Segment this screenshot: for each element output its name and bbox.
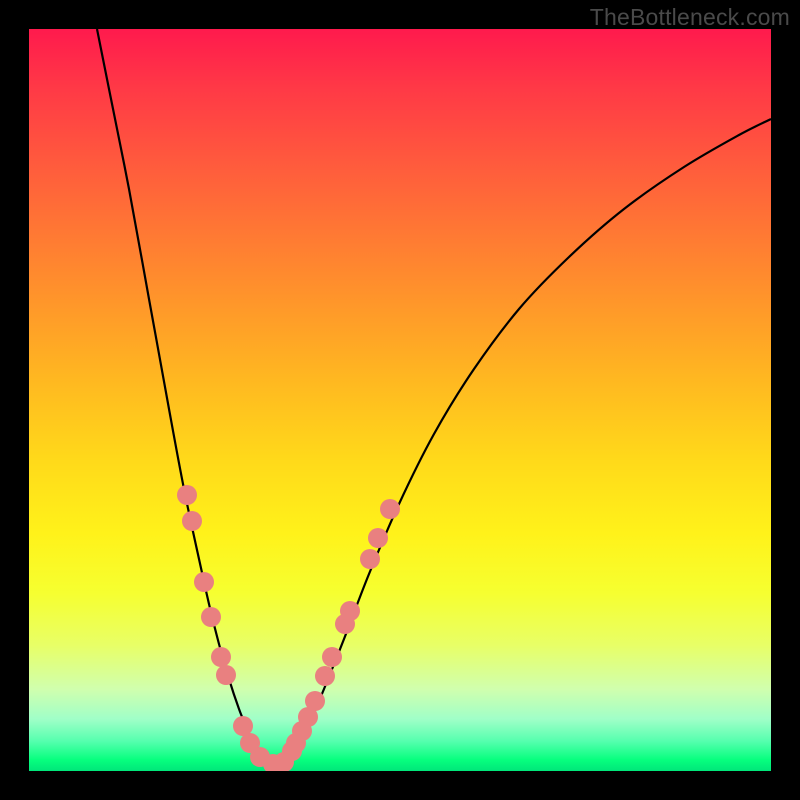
data-dot — [201, 607, 221, 627]
plot-area — [29, 29, 771, 771]
data-dot — [360, 549, 380, 569]
data-dot — [368, 528, 388, 548]
data-dot — [194, 572, 214, 592]
data-dot — [305, 691, 325, 711]
data-dot — [340, 601, 360, 621]
data-dot — [322, 647, 342, 667]
bottleneck-curve — [97, 29, 771, 766]
data-dot — [182, 511, 202, 531]
data-dot — [380, 499, 400, 519]
data-dot — [211, 647, 231, 667]
data-dot — [216, 665, 236, 685]
data-dot — [315, 666, 335, 686]
data-dot — [177, 485, 197, 505]
watermark-text: TheBottleneck.com — [590, 4, 790, 31]
chart-svg — [29, 29, 771, 771]
data-dots — [177, 485, 400, 771]
